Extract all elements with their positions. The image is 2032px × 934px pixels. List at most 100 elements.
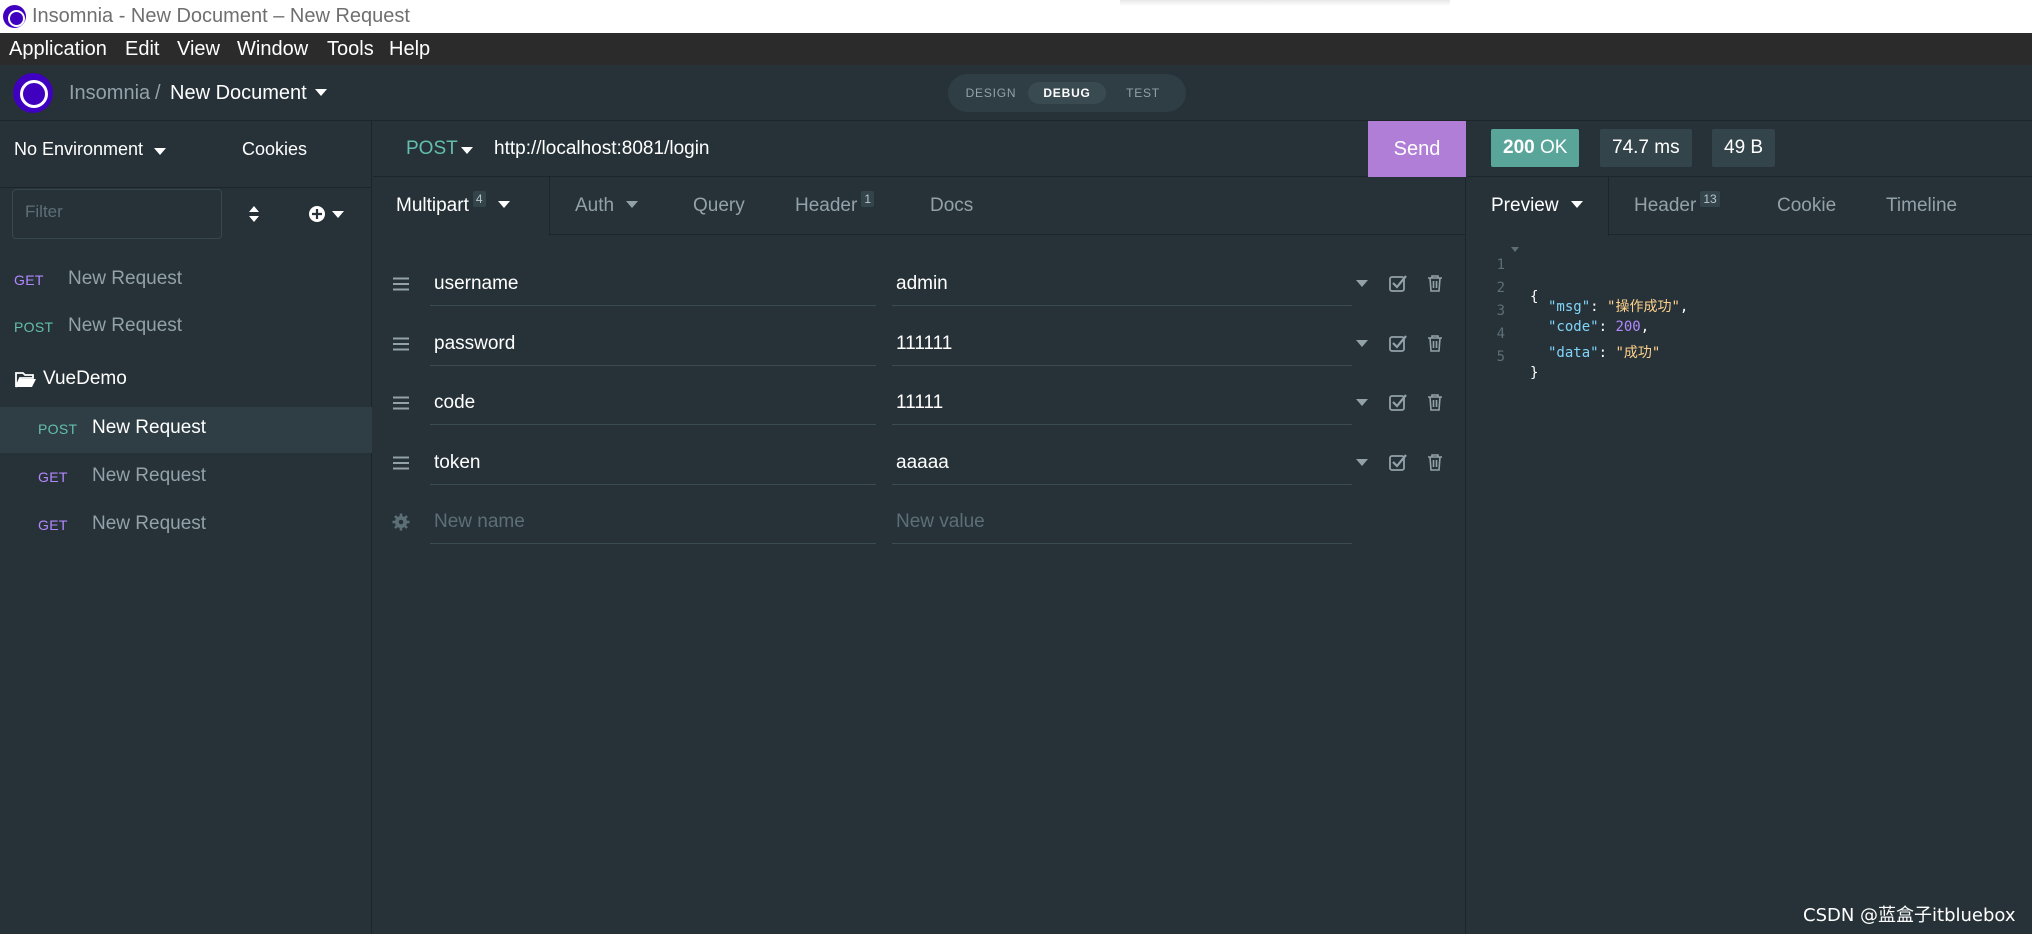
- breadcrumb-workspace[interactable]: Insomnia: [69, 82, 150, 105]
- code-line: 3 "code": 200,: [1467, 287, 1650, 335]
- drag-handle-icon[interactable]: [393, 277, 409, 291]
- param-type-dropdown-icon[interactable]: [1356, 459, 1368, 466]
- status-text: OK: [1539, 137, 1568, 158]
- tab-label: Timeline: [1886, 195, 1958, 216]
- menu-edit[interactable]: Edit: [125, 38, 159, 61]
- sidebar-request[interactable]: GET New Request: [0, 503, 372, 549]
- tab-cookie[interactable]: Cookie: [1777, 177, 1836, 235]
- folder-name: VueDemo: [43, 368, 127, 389]
- new-param-value-input[interactable]: New value: [892, 494, 1352, 544]
- sidebar-folder-vuedemo[interactable]: VueDemo: [0, 358, 372, 404]
- request-method-get: GET: [14, 272, 44, 288]
- method-selector[interactable]: POST: [406, 138, 458, 160]
- cookies-button[interactable]: Cookies: [242, 139, 307, 160]
- param-type-dropdown-icon[interactable]: [1356, 340, 1368, 347]
- send-button[interactable]: Send: [1368, 121, 1466, 177]
- tab-query[interactable]: Query: [693, 177, 745, 235]
- environment-selector[interactable]: No Environment: [14, 139, 143, 160]
- code-text: "msg": "操作成功",: [1548, 299, 1689, 315]
- filter-input[interactable]: Filter: [12, 189, 222, 239]
- url-input[interactable]: http://localhost:8081/login: [494, 138, 710, 160]
- trash-icon[interactable]: [1427, 334, 1443, 352]
- param-value-input[interactable]: 111111: [892, 316, 1352, 366]
- param-value-input[interactable]: aaaaa: [892, 435, 1352, 485]
- sidebar: No Environment Cookies Filter GET New Re…: [0, 121, 372, 934]
- chevron-down-icon: [1570, 201, 1583, 208]
- request-method-post: POST: [14, 319, 54, 335]
- insomnia-logo-icon[interactable]: [13, 73, 53, 113]
- add-item-dropdown-icon[interactable]: [308, 205, 348, 223]
- menu-window[interactable]: Window: [237, 38, 308, 61]
- enabled-checkbox-icon[interactable]: [1389, 393, 1407, 411]
- tab-count-badge: 4: [472, 191, 486, 207]
- trash-icon[interactable]: [1427, 274, 1443, 292]
- breadcrumb-separator: /: [155, 82, 161, 104]
- window-titlebar: Insomnia - New Document – New Request: [0, 0, 2032, 33]
- drag-handle-icon[interactable]: [393, 456, 409, 470]
- tab-count-badge: 13: [1700, 191, 1720, 207]
- menu-help[interactable]: Help: [389, 38, 430, 61]
- mode-debug[interactable]: DEBUG: [1028, 82, 1106, 104]
- param-name-input[interactable]: code: [430, 375, 876, 425]
- menu-view[interactable]: View: [177, 38, 220, 61]
- param-name-input[interactable]: password: [430, 316, 876, 366]
- tab-label: Cookie: [1777, 195, 1837, 216]
- param-type-dropdown-icon[interactable]: [1356, 399, 1368, 406]
- tab-timeline[interactable]: Timeline: [1886, 177, 1957, 235]
- mode-switcher: DESIGN DEBUG TEST: [948, 74, 1186, 112]
- watermark-text: CSDN @蓝盒子itbluebox: [1803, 905, 2016, 926]
- code-line: 4 "data": "成功": [1467, 310, 1661, 361]
- request-pane: POST http://localhost:8081/login Send Mu…: [373, 121, 1466, 934]
- app-header: Insomnia / New Document DESIGN DEBUG TES…: [0, 65, 2032, 121]
- fold-arrow-icon[interactable]: [1511, 247, 1519, 252]
- breadcrumb-document[interactable]: New Document: [170, 82, 307, 105]
- json-string: "操作成功": [1607, 299, 1680, 315]
- param-type-dropdown-icon[interactable]: [1356, 280, 1368, 287]
- sidebar-request[interactable]: POST New Request: [0, 305, 372, 351]
- method-caret-icon[interactable]: [461, 147, 473, 154]
- environment-caret-icon[interactable]: [154, 148, 166, 155]
- param-value-input[interactable]: admin: [892, 256, 1352, 306]
- tab-response-header[interactable]: Header 13: [1634, 177, 1720, 235]
- request-name: New Request: [92, 465, 207, 486]
- tab-auth[interactable]: Auth: [575, 177, 639, 235]
- new-param-name-input[interactable]: New name: [430, 494, 876, 544]
- chevron-down-icon: [497, 201, 510, 208]
- json-key: "data": [1548, 345, 1599, 361]
- trash-icon[interactable]: [1427, 453, 1443, 471]
- drag-handle-icon[interactable]: [393, 337, 409, 351]
- tab-preview[interactable]: Preview: [1467, 177, 1609, 236]
- tab-label: Header: [1634, 195, 1697, 216]
- sidebar-request[interactable]: GET New Request: [0, 455, 372, 501]
- trash-icon[interactable]: [1427, 393, 1443, 411]
- param-name-input[interactable]: username: [430, 256, 876, 306]
- param-value-input[interactable]: 11111: [892, 375, 1352, 425]
- titlebar-shadow: [1120, 0, 1450, 6]
- status-code: 200: [1503, 137, 1535, 158]
- param-row: password 111111: [373, 316, 1466, 374]
- json-key: "code": [1548, 319, 1599, 335]
- drag-handle-icon[interactable]: [393, 396, 409, 410]
- tab-docs[interactable]: Docs: [930, 177, 973, 235]
- tab-header[interactable]: Header 1: [795, 177, 875, 235]
- tab-label: Auth: [575, 195, 615, 216]
- gear-icon[interactable]: [392, 513, 410, 531]
- tab-label: Preview: [1491, 195, 1559, 216]
- enabled-checkbox-icon[interactable]: [1389, 334, 1407, 352]
- param-row: code 11111: [373, 375, 1466, 433]
- response-status-bar: 200 OK 74.7 ms 49 B: [1467, 121, 2032, 177]
- enabled-checkbox-icon[interactable]: [1389, 453, 1407, 471]
- menu-tools[interactable]: Tools: [327, 38, 374, 61]
- code-text: }: [1530, 365, 1539, 381]
- mode-test[interactable]: TEST: [1108, 82, 1178, 104]
- tab-body-multipart[interactable]: Multipart 4: [373, 177, 550, 236]
- param-name-input[interactable]: token: [430, 435, 876, 485]
- document-dropdown-caret-icon[interactable]: [315, 89, 327, 96]
- tab-label: Header: [795, 195, 858, 216]
- mode-design[interactable]: DESIGN: [956, 82, 1026, 104]
- sidebar-request-active[interactable]: POST New Request: [0, 407, 372, 453]
- sort-icon[interactable]: [247, 205, 261, 223]
- enabled-checkbox-icon[interactable]: [1389, 274, 1407, 292]
- menu-application[interactable]: Application: [9, 38, 107, 61]
- sidebar-request[interactable]: GET New Request: [0, 258, 372, 304]
